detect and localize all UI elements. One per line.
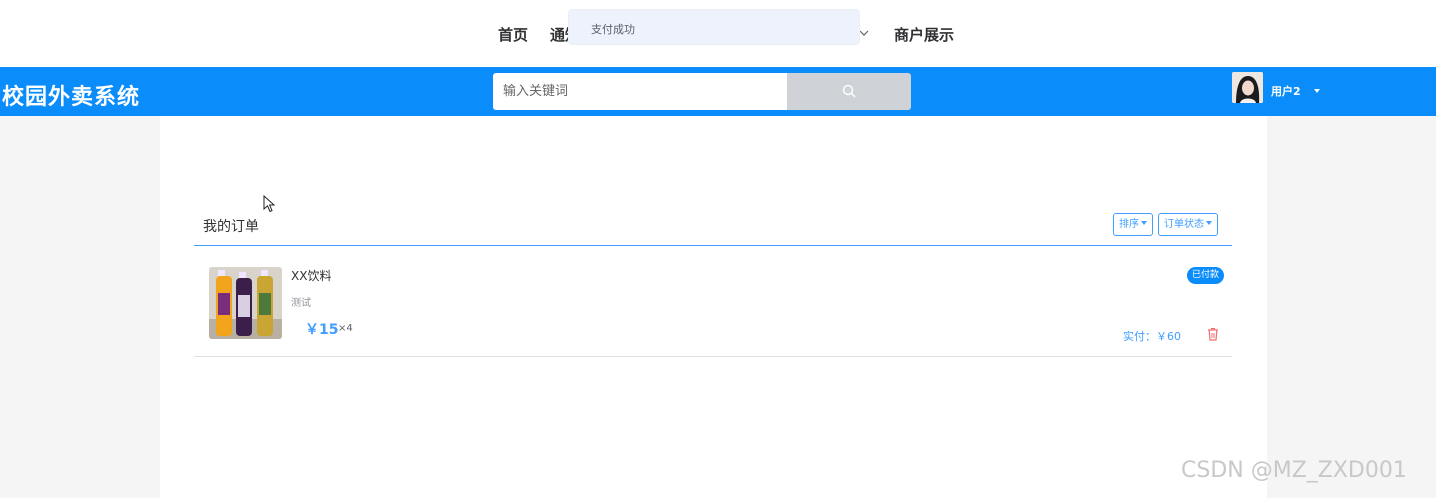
site-logo[interactable]: 校园外卖系统 bbox=[2, 79, 140, 111]
mouse-cursor-icon bbox=[263, 195, 275, 213]
watermark: CSDN @MZ_ZXD001 bbox=[1181, 458, 1407, 483]
orders-title: 我的订单 bbox=[203, 219, 259, 235]
main-content: 我的订单 排序 订单状态 XX饮料 测试 ￥15 ×4 已付款 实付：￥60 bbox=[160, 116, 1267, 498]
search-input[interactable] bbox=[493, 73, 787, 110]
order-status-dropdown[interactable]: 订单状态 bbox=[1158, 213, 1218, 236]
user-menu-caret-icon[interactable] bbox=[1314, 89, 1320, 93]
delete-icon[interactable] bbox=[1207, 327, 1219, 341]
search-button[interactable] bbox=[787, 73, 911, 110]
user-avatar[interactable] bbox=[1232, 72, 1263, 103]
order-status-badge: 已付款 bbox=[1187, 267, 1225, 284]
sort-label: 排序 bbox=[1119, 219, 1139, 230]
nav-item-home[interactable]: 首页 bbox=[498, 24, 528, 45]
sort-dropdown[interactable]: 排序 bbox=[1113, 213, 1153, 236]
product-description: 测试 bbox=[291, 298, 311, 309]
product-name[interactable]: XX饮料 bbox=[291, 267, 331, 284]
nav-item-merchants[interactable]: 商户展示 bbox=[894, 24, 954, 45]
drink-bottles-image bbox=[209, 267, 282, 339]
toast-message: 支付成功 bbox=[591, 23, 635, 36]
avatar-image bbox=[1232, 72, 1263, 103]
search-icon bbox=[842, 84, 856, 98]
success-toast: 支付成功 bbox=[568, 9, 860, 45]
divider bbox=[194, 356, 1232, 357]
order-status-label: 订单状态 bbox=[1164, 219, 1204, 230]
header-bar: 校园外卖系统 用户2 bbox=[0, 67, 1436, 116]
product-image[interactable] bbox=[209, 267, 282, 339]
caret-down-icon bbox=[1206, 221, 1212, 225]
user-name[interactable]: 用户2 bbox=[1271, 83, 1301, 99]
caret-down-icon bbox=[1141, 221, 1147, 225]
divider bbox=[194, 245, 1232, 246]
product-price: ￥15 bbox=[305, 322, 339, 338]
paid-total: 实付：￥60 bbox=[1123, 330, 1181, 343]
product-quantity: ×4 bbox=[338, 323, 353, 334]
